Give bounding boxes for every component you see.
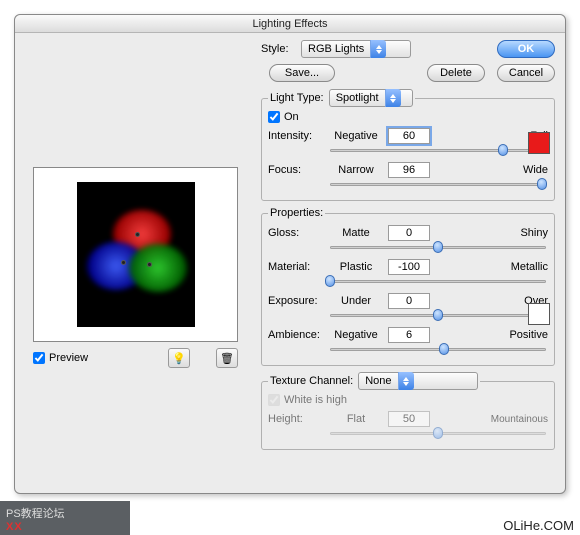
exposure-slider[interactable]	[330, 309, 546, 321]
delete-button[interactable]: Delete	[427, 64, 485, 82]
white-is-high-checkbox: White is high	[268, 394, 347, 406]
ambience-slider[interactable]	[330, 343, 546, 355]
material-hi: Metallic	[436, 261, 548, 273]
focus-label: Focus:	[268, 164, 324, 176]
title-bar: Lighting Effects	[15, 15, 565, 33]
properties-group: Properties: Gloss: Matte 0 Shiny Materia…	[261, 207, 555, 366]
trash-icon[interactable]: 🗑	[216, 348, 238, 368]
height-label: Height:	[268, 413, 324, 425]
texture-channel-group: Texture Channel: None White is high Heig…	[261, 372, 555, 450]
preview-image	[77, 182, 195, 327]
focus-hi: Wide	[436, 164, 548, 176]
gloss-lo: Matte	[328, 227, 384, 239]
ok-button[interactable]: OK	[497, 40, 555, 58]
light-type-group: Light Type: Spotlight On Intensity: Nega…	[261, 89, 555, 201]
texture-channel-select[interactable]: None	[358, 372, 478, 390]
gloss-label: Gloss:	[268, 227, 324, 239]
preview-canvas[interactable]	[33, 167, 238, 342]
ambient-color-swatch[interactable]	[528, 303, 550, 325]
height-hi: Mountainous	[436, 414, 548, 425]
ambience-value[interactable]: 6	[388, 327, 430, 343]
focus-lo: Narrow	[328, 164, 384, 176]
height-value: 50	[388, 411, 430, 427]
ambience-lo: Negative	[328, 329, 384, 341]
height-lo: Flat	[328, 413, 384, 425]
gloss-value[interactable]: 0	[388, 225, 430, 241]
style-select-value: RGB Lights	[308, 43, 364, 55]
light-type-select[interactable]: Spotlight	[329, 89, 413, 107]
light-color-swatch[interactable]	[528, 132, 550, 154]
material-label: Material:	[268, 261, 324, 273]
on-checkbox-input[interactable]	[268, 111, 280, 123]
cancel-button[interactable]: Cancel	[497, 64, 555, 82]
watermark-left: PS教程论坛 XX	[0, 501, 130, 535]
focus-slider[interactable]	[330, 178, 546, 190]
gloss-slider[interactable]	[330, 241, 546, 253]
watermark-right: OLiHe.COM	[503, 518, 574, 533]
lighting-effects-dialog: Lighting Effects Style: RGB Lights OK Sa…	[14, 14, 566, 494]
exposure-lo: Under	[328, 295, 384, 307]
style-select[interactable]: RGB Lights	[301, 40, 411, 58]
material-lo: Plastic	[328, 261, 384, 273]
intensity-value[interactable]: 60	[388, 128, 430, 144]
gloss-hi: Shiny	[436, 227, 548, 239]
intensity-slider[interactable]	[330, 144, 546, 156]
ambience-hi: Positive	[436, 329, 548, 341]
exposure-label: Exposure:	[268, 295, 324, 307]
bulb-icon[interactable]: 💡	[168, 348, 190, 368]
material-value[interactable]: -100	[388, 259, 430, 275]
chevron-updown-icon	[370, 40, 386, 58]
intensity-lo: Negative	[328, 130, 384, 142]
properties-legend: Properties:	[268, 207, 325, 219]
texture-legend: Texture Channel: None	[268, 372, 480, 390]
height-slider	[330, 427, 546, 439]
chevron-updown-icon	[385, 89, 401, 107]
chevron-updown-icon	[398, 372, 414, 390]
on-checkbox[interactable]: On	[268, 111, 299, 123]
light-type-legend: Light Type: Spotlight	[268, 89, 415, 107]
material-slider[interactable]	[330, 275, 546, 287]
intensity-label: Intensity:	[268, 130, 324, 142]
white-is-high-input	[268, 394, 280, 406]
exposure-value[interactable]: 0	[388, 293, 430, 309]
style-label: Style:	[261, 43, 301, 55]
ambience-label: Ambience:	[268, 329, 324, 341]
save-button[interactable]: Save...	[269, 64, 335, 82]
preview-checkbox[interactable]: Preview	[33, 352, 88, 364]
focus-value[interactable]: 96	[388, 162, 430, 178]
preview-checkbox-input[interactable]	[33, 352, 45, 364]
